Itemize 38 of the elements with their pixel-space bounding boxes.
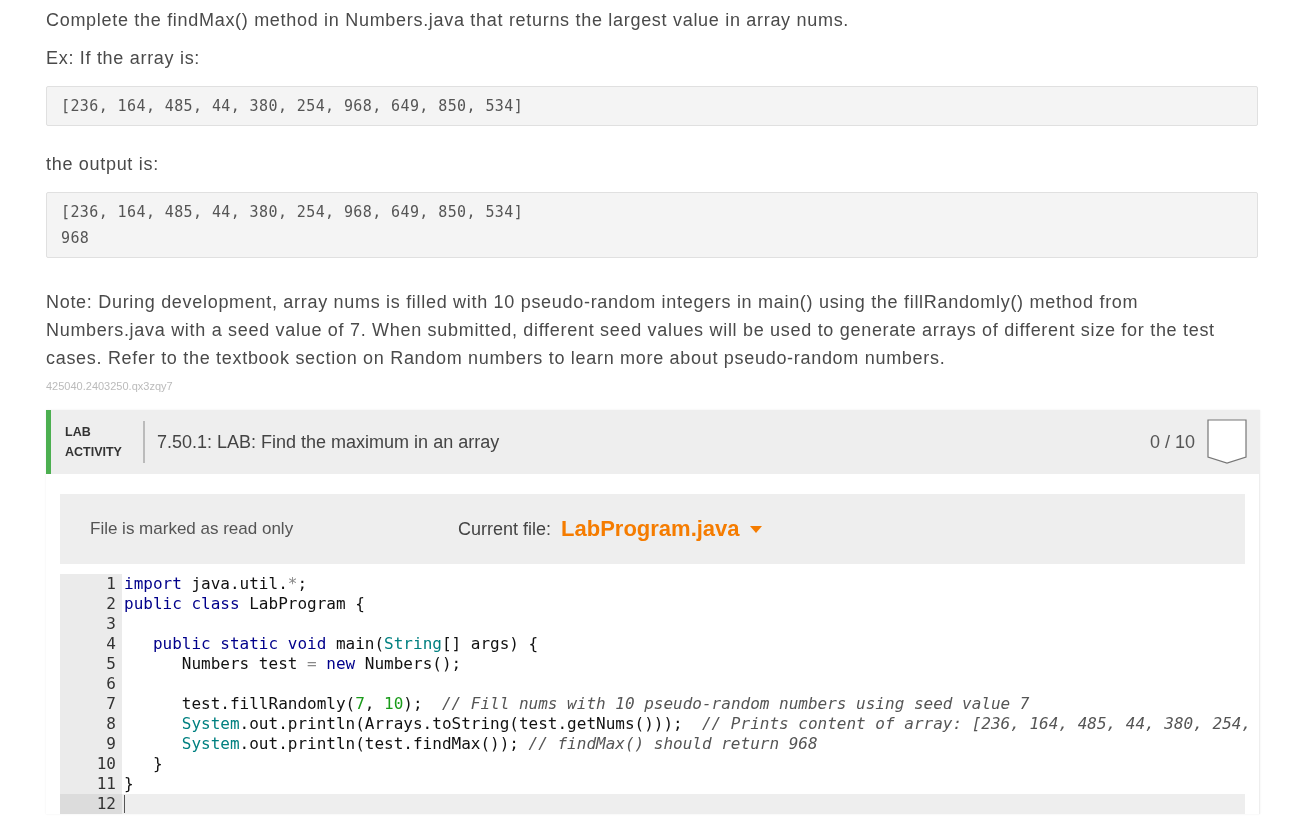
lab-activity-label: LAB ACTIVITY bbox=[65, 424, 123, 461]
code-line: System.out.println(Arrays.toString(test.getNums())); // Prints content of array: [236, 164, 485, 44, 380, 254, bbox=[180, 714, 1252, 734]
output-code-block: [236, 164, 485, 44, 380, 254, 968, 649, 850, 534] 968 bbox=[46, 192, 1258, 258]
line-number: 10 bbox=[60, 754, 122, 774]
read-only-status: File is marked as read only bbox=[90, 519, 295, 539]
line-number: 5 bbox=[60, 654, 122, 674]
code-line: } bbox=[151, 754, 163, 774]
activity-id: 425040.2403250.qx3zqy7 bbox=[46, 380, 174, 392]
code-line: } bbox=[123, 774, 134, 794]
example-label: Ex: If the array is: bbox=[46, 47, 202, 70]
code-line: import java.util.*; bbox=[123, 574, 308, 594]
line-number: 8 bbox=[60, 714, 122, 734]
caret-icon bbox=[749, 525, 762, 533]
badge-icon bbox=[1207, 419, 1247, 465]
score-text: 0 / 10 bbox=[1149, 431, 1195, 453]
current-file-label: Current file: bbox=[458, 518, 552, 540]
text-cursor bbox=[124, 795, 125, 813]
note-text: Note: During development, array nums is filled with 10 pseudo-random integers in main() using the fillRandomly() method from Numbers.java with a seed value of 7. When submitted, different seed values will be used to generate arrays of different size for the test cases. Refer to the textbook section on Random numbers to learn more about pseudo-random numbers. bbox=[46, 291, 1216, 370]
output-label: the output is: bbox=[46, 153, 160, 176]
code-line: test.fillRandomly(7, 10); // Fill nums with 10 pseudo-random numbers using seed value 7 bbox=[180, 694, 1030, 714]
line-number: 6 bbox=[60, 674, 122, 694]
line-number: 1 bbox=[60, 574, 122, 594]
line-number: 2 bbox=[60, 594, 122, 614]
code-editor[interactable] bbox=[60, 564, 1245, 814]
code-line: public class LabProgram { bbox=[123, 594, 365, 614]
code-line: public static void main(String[] args) { bbox=[151, 634, 539, 654]
line-number: 9 bbox=[60, 734, 122, 754]
input-code-block: [236, 164, 485, 44, 380, 254, 968, 649, 850, 534] bbox=[46, 86, 1258, 126]
code-line: System.out.println(test.findMax()); // findMax() should return 968 bbox=[180, 734, 818, 754]
instruction-text: Complete the findMax() method in Numbers.java that returns the largest value in array nums. bbox=[46, 9, 851, 32]
line-number: 12 bbox=[60, 794, 122, 814]
line-number: 3 bbox=[60, 614, 122, 634]
line-number: 11 bbox=[60, 774, 122, 794]
file-dropdown[interactable]: LabProgram.java bbox=[561, 516, 762, 542]
line-number: 4 bbox=[60, 634, 122, 654]
line-number: 7 bbox=[60, 694, 122, 714]
lab-title: 7.50.1: LAB: Find the maximum in an array bbox=[157, 431, 501, 453]
code-line: Numbers test = new Numbers(); bbox=[180, 654, 462, 674]
